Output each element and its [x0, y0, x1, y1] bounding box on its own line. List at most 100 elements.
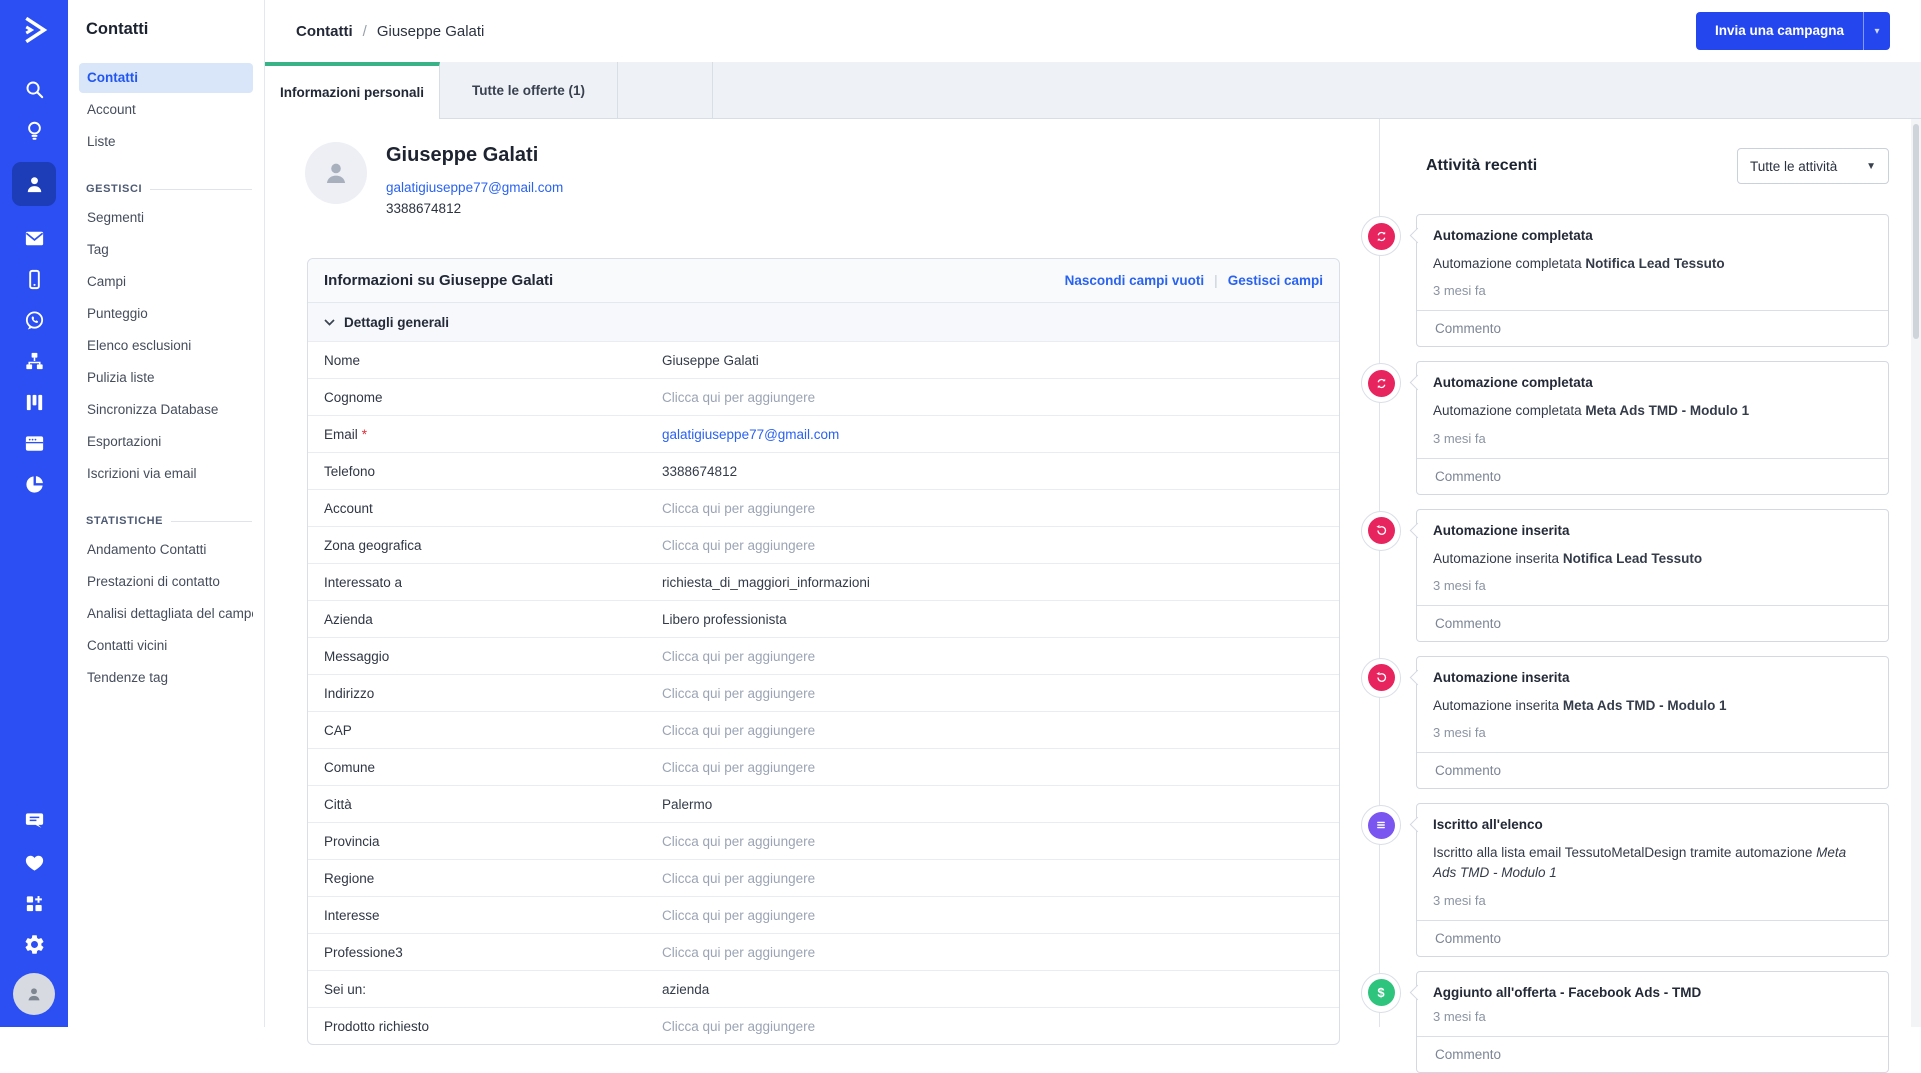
- send-campaign-button[interactable]: Invia una campagna: [1695, 12, 1863, 50]
- sidebar-item-prestazioni-di-contatto[interactable]: Prestazioni di contatto: [79, 567, 253, 597]
- field-value[interactable]: Libero professionista: [662, 612, 787, 627]
- comment-input[interactable]: [1433, 320, 1872, 338]
- field-value[interactable]: Clicca qui per aggiungere: [662, 908, 815, 923]
- reports-pie-icon[interactable]: [22, 472, 46, 496]
- avatar-person-icon: [28, 988, 40, 1001]
- sidebar-item-segmenti[interactable]: Segmenti: [79, 203, 253, 233]
- sidebar-item-contatti-vicini[interactable]: Contatti vicini: [79, 631, 253, 661]
- field-value[interactable]: Clicca qui per aggiungere: [662, 390, 815, 405]
- manage-fields-link[interactable]: Gestisci campi: [1228, 273, 1323, 288]
- tab-tutte-le-offerte[interactable]: Tutte le offerte (1): [440, 62, 618, 118]
- tab-informazioni-personali[interactable]: Informazioni personali: [265, 62, 440, 119]
- contacts-sidebar: Contatti Contatti Account Liste GESTISCI…: [68, 0, 265, 1027]
- sidebar-item-iscrizioni-via-email[interactable]: Iscrizioni via email: [79, 459, 253, 489]
- sidebar-item-liste[interactable]: Liste: [79, 127, 253, 157]
- field-value[interactable]: richiesta_di_maggiori_informazioni: [662, 575, 870, 590]
- field-value[interactable]: Clicca qui per aggiungere: [662, 760, 815, 775]
- hide-empty-fields-link[interactable]: Nascondi campi vuoti: [1065, 273, 1205, 288]
- deal-added-dollar-icon: $: [1367, 979, 1395, 1006]
- sidebar-item-tendenze-tag[interactable]: Tendenze tag: [79, 663, 253, 693]
- sidebar-item-esportazioni[interactable]: Esportazioni: [79, 427, 253, 457]
- contact-email-link[interactable]: galatigiuseppe77@gmail.com: [386, 180, 563, 195]
- comment-field-wrap: [1417, 1035, 1888, 1072]
- ideas-bulb-icon[interactable]: [22, 118, 46, 142]
- contacts-nav-active-tile[interactable]: [12, 162, 56, 206]
- whatsapp-icon[interactable]: [22, 308, 46, 332]
- chat-bubble-icon[interactable]: [22, 809, 46, 833]
- sidebar-item-andamento-contatti[interactable]: Andamento Contatti: [79, 535, 253, 565]
- comment-input[interactable]: [1433, 614, 1872, 632]
- activity-card-automation-completed-1: Automazione completata Automazione compl…: [1361, 214, 1889, 348]
- field-value[interactable]: Clicca qui per aggiungere: [662, 501, 815, 516]
- sidebar-item-contatti[interactable]: Contatti: [79, 63, 253, 93]
- field-label: Professione3: [324, 944, 403, 960]
- apps-plus-icon[interactable]: [22, 891, 46, 915]
- field-label: Telefono: [324, 463, 376, 479]
- field-label: Città: [324, 796, 352, 812]
- field-value[interactable]: azienda: [662, 982, 709, 997]
- field-row-comune: Comune Clicca qui per aggiungere: [308, 748, 1339, 785]
- field-label: Azienda: [324, 611, 373, 627]
- field-value[interactable]: Clicca qui per aggiungere: [662, 834, 815, 849]
- activity-card-text: Automazione inserita Notifica Lead Tessu…: [1433, 550, 1703, 566]
- field-value[interactable]: Clicca qui per aggiungere: [662, 649, 815, 664]
- automations-sitemap-icon[interactable]: [22, 349, 46, 373]
- field-value[interactable]: Clicca qui per aggiungere: [662, 538, 815, 553]
- breadcrumb-current: Giuseppe Galati: [376, 22, 485, 40]
- sidebar-item-elenco-esclusioni[interactable]: Elenco esclusioni: [79, 331, 253, 361]
- settings-gear-icon[interactable]: [22, 932, 46, 956]
- search-icon[interactable]: [22, 77, 46, 101]
- field-value[interactable]: Clicca qui per aggiungere: [662, 871, 815, 886]
- sidebar-item-analisi-dettagliata[interactable]: Analisi dettagliata del campo: [79, 599, 253, 629]
- field-row-sei-un: Sei un: azienda: [308, 970, 1339, 1007]
- user-avatar[interactable]: [13, 973, 55, 1015]
- field-value[interactable]: Giuseppe Galati: [662, 353, 759, 368]
- tab-strip-spacer: [618, 62, 713, 118]
- scrollbar-thumb[interactable]: [1913, 124, 1919, 339]
- timeline-node: [1361, 216, 1401, 256]
- scrollbar-track[interactable]: [1911, 118, 1921, 1027]
- send-campaign-dropdown-button[interactable]: ▾: [1863, 12, 1890, 50]
- deals-kanban-icon[interactable]: [22, 390, 46, 414]
- activity-timeline: Automazione completata Automazione compl…: [1361, 214, 1889, 1073]
- field-value[interactable]: Clicca qui per aggiungere: [662, 686, 815, 701]
- field-value[interactable]: 3388674812: [662, 464, 737, 479]
- activity-filter-dropdown[interactable]: Tutte le attività ▼: [1737, 148, 1889, 184]
- favorites-heart-icon[interactable]: [22, 850, 46, 874]
- field-label: Comune: [324, 759, 376, 775]
- field-value[interactable]: galatigiuseppe77@gmail.com: [662, 427, 839, 442]
- comment-input[interactable]: [1433, 1045, 1872, 1063]
- comment-input[interactable]: [1433, 467, 1872, 485]
- activity-card-title: Iscritto all'elenco: [1433, 817, 1543, 832]
- sidebar-item-punteggio[interactable]: Punteggio: [79, 299, 253, 329]
- sidebar-item-campi[interactable]: Campi: [79, 267, 253, 297]
- comment-field-wrap: [1417, 310, 1888, 346]
- activity-card-title: Automazione inserita: [1433, 669, 1570, 685]
- activity-card-title: Automazione completata: [1433, 375, 1593, 391]
- comment-input[interactable]: [1433, 762, 1872, 779]
- field-row-citta: Città Palermo: [308, 785, 1339, 822]
- sidebar-item-sincronizza-database[interactable]: Sincronizza Database: [79, 395, 253, 425]
- links-divider: |: [1214, 273, 1218, 288]
- field-value[interactable]: Clicca qui per aggiungere: [662, 1019, 815, 1034]
- breadcrumb-contatti-link[interactable]: Contatti: [296, 23, 353, 40]
- field-value[interactable]: Clicca qui per aggiungere: [662, 945, 815, 960]
- section-dettagli-generali[interactable]: Dettagli generali: [308, 303, 1339, 341]
- contact-detail-pane: Giuseppe Galati galatigiuseppe77@gmail.c…: [265, 118, 1379, 1045]
- field-value[interactable]: Palermo: [662, 797, 712, 812]
- mobile-phone-icon[interactable]: [22, 267, 46, 291]
- sidebar-item-account[interactable]: Account: [79, 95, 253, 125]
- contact-info-panel: Informazioni su Giuseppe Galati Nascondi…: [307, 258, 1340, 1045]
- timeline-node: [1361, 657, 1401, 698]
- email-envelope-icon[interactable]: [22, 226, 46, 250]
- activecampaign-logo-icon[interactable]: [15, 11, 53, 49]
- send-campaign-split-button: Invia una campagna ▾: [1695, 12, 1890, 50]
- field-value[interactable]: Clicca qui per aggiungere: [662, 723, 815, 738]
- comment-input[interactable]: [1433, 929, 1872, 947]
- site-window-icon[interactable]: [22, 431, 46, 455]
- sidebar-item-tag[interactable]: Tag: [79, 235, 253, 265]
- field-row-indirizzo: Indirizzo Clicca qui per aggiungere: [308, 674, 1339, 711]
- sidebar-item-pulizia-liste[interactable]: Pulizia liste: [79, 363, 253, 393]
- field-row-nome: Nome Giuseppe Galati: [308, 341, 1339, 378]
- timeline-node: $: [1361, 972, 1401, 1013]
